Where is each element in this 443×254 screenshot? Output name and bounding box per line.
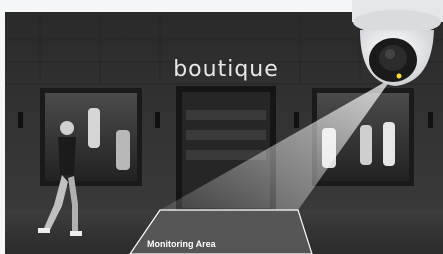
left-shop-window [40, 88, 142, 186]
scene-illustration: boutique Monitoring Area [0, 0, 443, 254]
surveillance-scene: boutique Monitoring Area [0, 0, 443, 254]
monitoring-area-label: Monitoring Area [147, 239, 217, 249]
store-sign: boutique [173, 57, 279, 82]
led-indicator [396, 73, 402, 79]
